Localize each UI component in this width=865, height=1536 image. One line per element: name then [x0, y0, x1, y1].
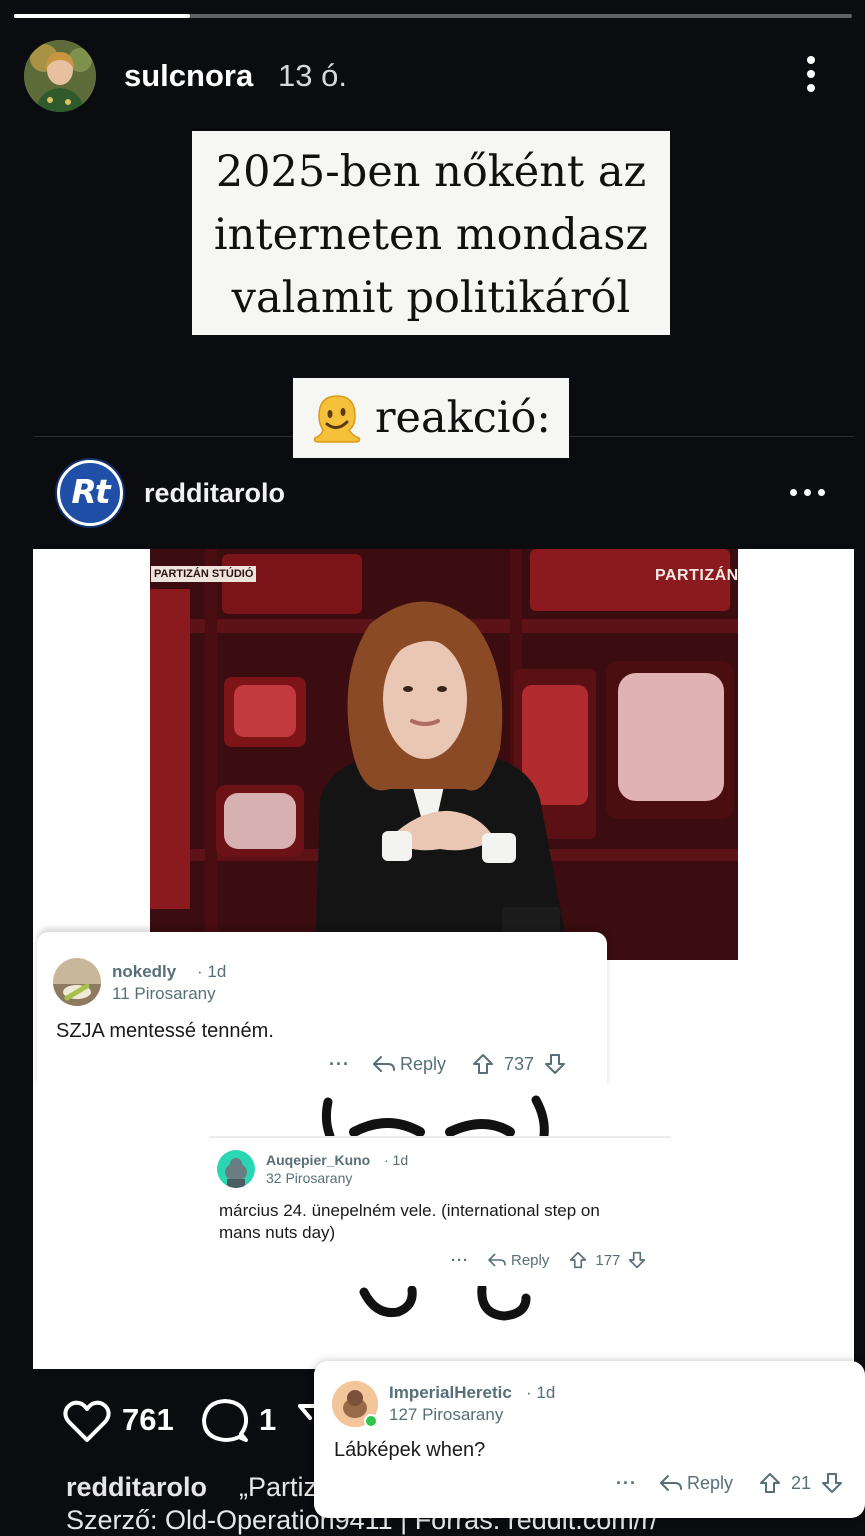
upvote-icon[interactable] — [569, 1251, 587, 1269]
reddit-comment: ImperialHeretic · 1d 127 Pirosarany Lábk… — [314, 1361, 865, 1518]
commenter-name[interactable]: ImperialHeretic — [389, 1383, 512, 1403]
vote-count: 177 — [595, 1251, 621, 1269]
reply-arrow-icon — [488, 1253, 506, 1267]
comment-text-line: március 24. ünepelném vele. (internation… — [219, 1201, 600, 1220]
comment-bubble-icon[interactable] — [200, 1396, 250, 1446]
story-caption: 2025-ben nőként az interneten mondasz va… — [192, 131, 670, 335]
more-options-icon[interactable] — [805, 56, 817, 92]
reply-button[interactable]: Reply — [659, 1473, 733, 1494]
comment-text: SZJA mentessé tenném. — [56, 1020, 274, 1042]
reddit-comment: nokedly · 1d 11 Pirosarany SZJA mentessé… — [37, 932, 607, 1087]
reply-label: Reply — [686, 1472, 734, 1493]
video-thumbnail[interactable] — [150, 549, 738, 960]
commenter-flair: 32 Pirosarany — [266, 1170, 353, 1186]
story-author-avatar[interactable] — [24, 40, 96, 112]
reaction-caption: reakció: — [293, 378, 569, 458]
commenter-avatar[interactable] — [53, 958, 101, 1006]
story-progress-fill — [14, 14, 190, 18]
story-username[interactable]: sulcnora — [124, 58, 253, 94]
downvote-icon[interactable] — [544, 1053, 566, 1075]
downvote-icon[interactable] — [628, 1251, 646, 1269]
caption-line: valamit politikáról — [231, 273, 631, 323]
post-caption-text: „Partiz — [239, 1472, 315, 1502]
reply-button[interactable]: Reply — [487, 1252, 549, 1269]
post-author-avatar[interactable]: Rt — [57, 460, 123, 526]
comment-age: · 1d — [197, 962, 227, 981]
commenter-name[interactable]: Auqepier_Kuno — [266, 1152, 370, 1168]
commenter-flair: 11 Pirosarany — [112, 984, 216, 1003]
reaction-label: reakció: — [375, 393, 551, 443]
commenter-name[interactable]: nokedly — [112, 962, 176, 982]
comment-actions: ··· Reply 21 — [616, 1471, 843, 1495]
caption-line: interneten mondasz — [213, 210, 649, 260]
vote-control: 177 — [569, 1251, 646, 1269]
reply-label: Reply — [511, 1251, 550, 1269]
like-count: 761 — [122, 1402, 174, 1437]
comment-count: 1 — [259, 1402, 277, 1437]
commenter-avatar[interactable] — [332, 1381, 378, 1428]
comment-actions: ··· Reply 177 — [451, 1250, 646, 1270]
brand-watermark: PARTIZÁN — [655, 567, 739, 584]
upvote-icon[interactable] — [472, 1053, 494, 1075]
comment-age: · 1d — [384, 1152, 409, 1168]
more-horiz-icon[interactable] — [790, 489, 826, 497]
comment-text-line: mans nuts day) — [219, 1223, 336, 1242]
avatar-initials: Rt — [71, 472, 110, 511]
reddit-comment: Auqepier_Kuno · 1d 32 Pirosarany március… — [209, 1136, 671, 1286]
reply-arrow-icon — [372, 1056, 395, 1072]
vote-control: 21 — [759, 1472, 843, 1494]
comment-more-button[interactable]: ··· — [451, 1252, 469, 1269]
reply-arrow-icon — [659, 1475, 682, 1491]
reply-button[interactable]: Reply — [372, 1054, 446, 1075]
caption-line: 2025-ben nőként az — [215, 147, 647, 197]
melting-face-icon — [313, 395, 361, 443]
comment-age: · 1d — [526, 1383, 556, 1402]
heart-icon[interactable] — [62, 1398, 112, 1444]
vote-count: 21 — [791, 1472, 812, 1493]
comment-actions: ··· Reply 737 — [329, 1052, 566, 1076]
story-progress-track — [14, 14, 852, 18]
comment-more-button[interactable]: ··· — [616, 1473, 637, 1494]
vote-control: 737 — [472, 1053, 566, 1075]
upvote-icon[interactable] — [759, 1472, 781, 1494]
studio-label: PARTIZÁN STÚDIÓ — [151, 566, 257, 582]
comment-text: Lábképek when? — [334, 1439, 486, 1461]
reply-label: Reply — [399, 1053, 447, 1074]
story-timestamp: 13 ó. — [278, 58, 347, 93]
comment-text: március 24. ünepelném vele. (internation… — [219, 1200, 600, 1244]
post-caption-username[interactable]: redditarolo — [66, 1472, 207, 1503]
vote-count: 737 — [504, 1053, 535, 1074]
downvote-icon[interactable] — [821, 1472, 843, 1494]
post-username[interactable]: redditarolo — [144, 478, 285, 509]
commenter-flair: 127 Pirosarany — [389, 1405, 504, 1424]
commenter-avatar[interactable] — [217, 1150, 255, 1188]
comment-more-button[interactable]: ··· — [329, 1054, 350, 1075]
